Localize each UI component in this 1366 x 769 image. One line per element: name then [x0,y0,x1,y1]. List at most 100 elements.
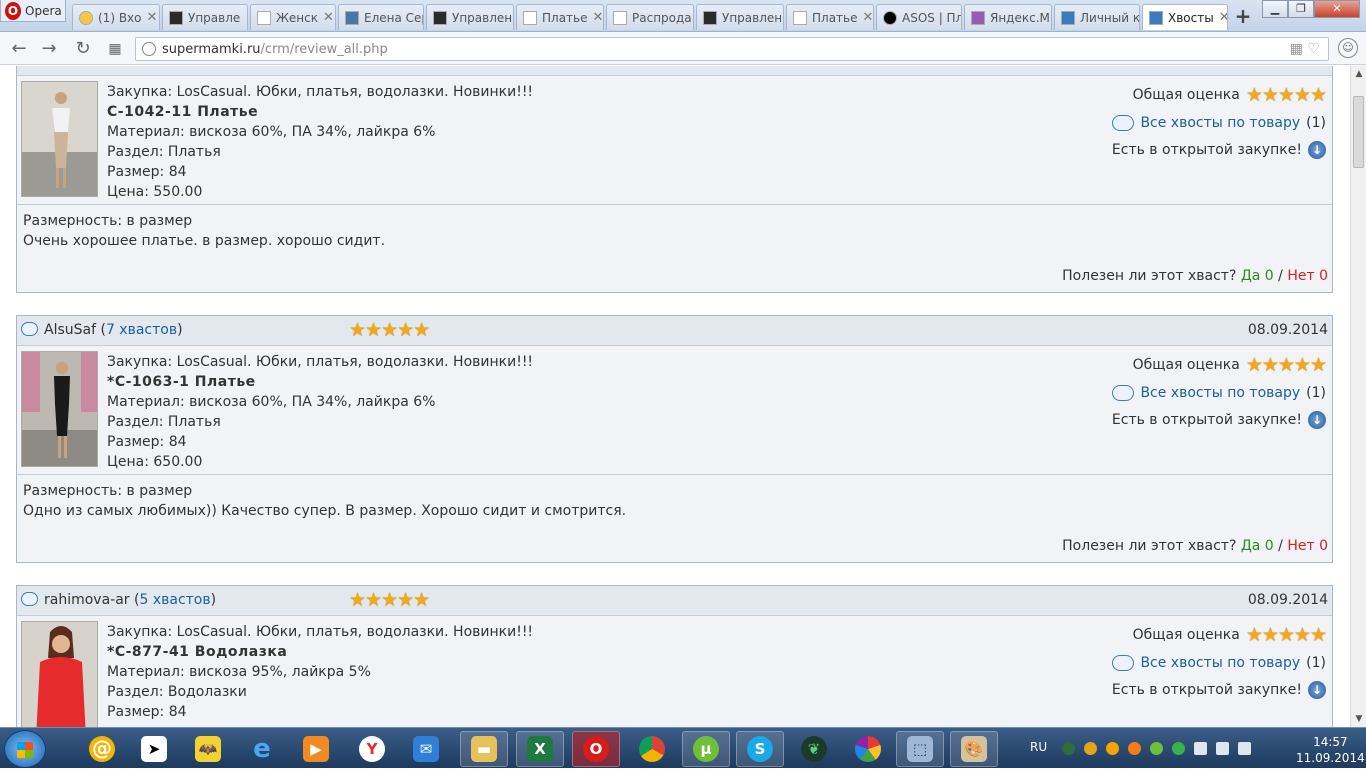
tab-8[interactable]: Управлен✕ [696,4,784,30]
material-line: Материал: вискоза 60%, ПА 34%, лайкра 6% [107,124,436,140]
scrollbar-thumb[interactable] [1353,96,1364,168]
tray-utorrent-icon[interactable] [1150,742,1163,755]
minimize-button[interactable]: ▁ [1262,0,1288,18]
all-reviews-count: (1) [1306,654,1326,671]
product-name[interactable]: *С-877-41 Водолазка [107,642,533,662]
taskbar-yandex-browser[interactable]: Y [348,731,396,767]
bookmark-heart-icon[interactable]: ▦ ♡ [1290,41,1320,57]
price-line: Цена: 550.00 [107,184,203,200]
go-to-purchase-icon[interactable]: ↓ [1308,681,1326,699]
tab-10[interactable]: ASOS | Пл✕ [876,4,962,30]
go-to-purchase-icon[interactable]: ↓ [1308,411,1326,429]
forward-button[interactable]: → [38,38,60,60]
site-favicon-icon [703,10,717,25]
tray-mail-icon[interactable] [1106,742,1119,755]
tray-volume-icon[interactable] [1238,742,1251,755]
address-field[interactable]: supermamki.ru/crm/review_all.php ▦ ♡ [135,37,1329,61]
go-to-purchase-icon[interactable]: ↓ [1308,141,1326,159]
all-reviews-link[interactable]: Все хвосты по товару [1140,113,1300,133]
section-line: Раздел: Платья [107,144,221,160]
tab-6[interactable]: Платье ✕ [516,4,604,30]
taskbar-picasa[interactable] [844,731,892,767]
review-rating-stars: ★★★★★ [349,319,430,341]
vote-no-link[interactable]: Нет 0 [1287,538,1328,554]
vote-yes-link[interactable]: Да 0 [1241,538,1274,554]
size-line: Размер: 84 [107,164,187,180]
close-icon[interactable]: ✕ [593,10,604,25]
taskbar-skype[interactable]: S [736,731,784,767]
close-icon[interactable]: ✕ [863,10,874,25]
taskbar-internet-explorer[interactable]: e [238,731,286,767]
close-icon[interactable]: ✕ [1219,10,1227,25]
maximize-button[interactable]: ❐ [1288,0,1314,18]
taskbar-excel[interactable]: X [516,731,564,767]
taskbar-cursor-tool[interactable]: ➤ [130,731,178,767]
back-button[interactable]: ← [8,38,30,60]
product-photo[interactable] [21,351,98,467]
vote-yes-link[interactable]: Да 0 [1241,268,1274,284]
product-photo[interactable] [21,621,98,727]
tray-odnoklassniki-icon[interactable] [1128,742,1141,755]
tray-edit-icon[interactable] [1084,742,1097,755]
taskbar-media-player[interactable]: ▶ [292,731,340,767]
tray-device-icon[interactable] [1216,742,1229,755]
blank-favicon-icon [793,10,807,25]
author-reviews-count-link[interactable]: 7 хвастов [106,322,177,338]
start-button[interactable] [4,730,46,768]
speed-dial-grid-icon[interactable]: ▦ [104,38,126,60]
account-menu-icon[interactable]: ☺ [1338,38,1358,58]
taskbar-the-bat[interactable]: 🦇 [184,731,232,767]
taskbar-screenshot-tool[interactable]: ⬚ [896,731,944,767]
taskbar-outlook[interactable]: ✉ [402,731,450,767]
taskbar-mail-agent[interactable]: @ [78,731,126,767]
taskbar-paint[interactable]: 🎨 [950,731,998,767]
reload-button[interactable]: ↻ [72,38,94,60]
tray-leaf-icon[interactable] [1062,742,1075,755]
taskbar-opera[interactable]: O [572,731,620,767]
comments-icon [1112,114,1135,131]
clock[interactable]: 14:57 11.09.2014 [1296,734,1365,766]
rating-panel: Общая оценка ★★★★★ Все хвосты по товару … [1112,83,1327,162]
taskbar-utorrent[interactable]: µ [682,731,730,767]
review-author[interactable]: rahimova-ar [44,592,130,608]
opera-menu-button[interactable]: O Opera [0,0,66,22]
product-photo[interactable] [21,81,98,197]
close-icon[interactable]: ✕ [245,10,247,25]
product-name[interactable]: С-1042-11 Платье [107,102,533,122]
scroll-down-icon[interactable]: ▼ [1351,711,1366,727]
asos-favicon-icon [883,10,897,25]
review-bubble-icon [21,322,38,336]
all-reviews-link[interactable]: Все хвосты по товару [1140,383,1300,403]
vote-no-link[interactable]: Нет 0 [1287,268,1328,284]
taskbar-chrome[interactable] [628,731,676,767]
language-indicator[interactable]: RU [1030,740,1047,754]
taskbar-app-leaf[interactable]: ❦ [790,731,838,767]
tray-network-icon[interactable] [1194,742,1207,755]
product-name[interactable]: *С-1063-1 Платье [107,372,533,392]
tab-1[interactable]: (1) Вхо ✕ [72,4,160,30]
url-path: /crm/review_all.php [260,41,388,57]
tab-3[interactable]: Женск ✕ [250,4,336,30]
tab-11[interactable]: Яндекс.М✕ [964,4,1052,30]
review-author[interactable]: AlsuSaf [44,322,96,338]
tab-7[interactable]: Распрода✕ [606,4,694,30]
close-window-button[interactable]: ✕ [1314,0,1360,18]
tab-13-active[interactable]: Хвосты✕ [1142,4,1228,30]
all-reviews-link[interactable]: Все хвосты по товару [1140,653,1300,673]
tray-check-icon[interactable] [1172,742,1185,755]
tab-4[interactable]: Елена Сер✕ [338,4,424,30]
tab-12[interactable]: Личный к✕ [1054,4,1140,30]
scroll-up-icon[interactable]: ▲ [1351,66,1366,82]
yandex-market-favicon-icon [971,10,985,25]
tab-2[interactable]: Управле✕ [162,4,248,30]
new-tab-button[interactable]: + [1232,6,1254,28]
close-icon[interactable]: ✕ [323,10,334,25]
tab-5[interactable]: Управлен✕ [426,4,514,30]
close-icon[interactable]: ✕ [147,10,158,25]
vertical-scrollbar[interactable]: ▲ ▼ [1350,66,1366,727]
review-card: rahimova-ar (5 хвастов) ★★★★★ 08.09.2014… [16,585,1333,727]
taskbar-explorer[interactable]: ▬ [460,731,508,767]
tab-9[interactable]: Платье ✕ [786,4,874,30]
mail-favicon-icon [79,10,93,25]
author-reviews-count-link[interactable]: 5 хвастов [139,592,210,608]
